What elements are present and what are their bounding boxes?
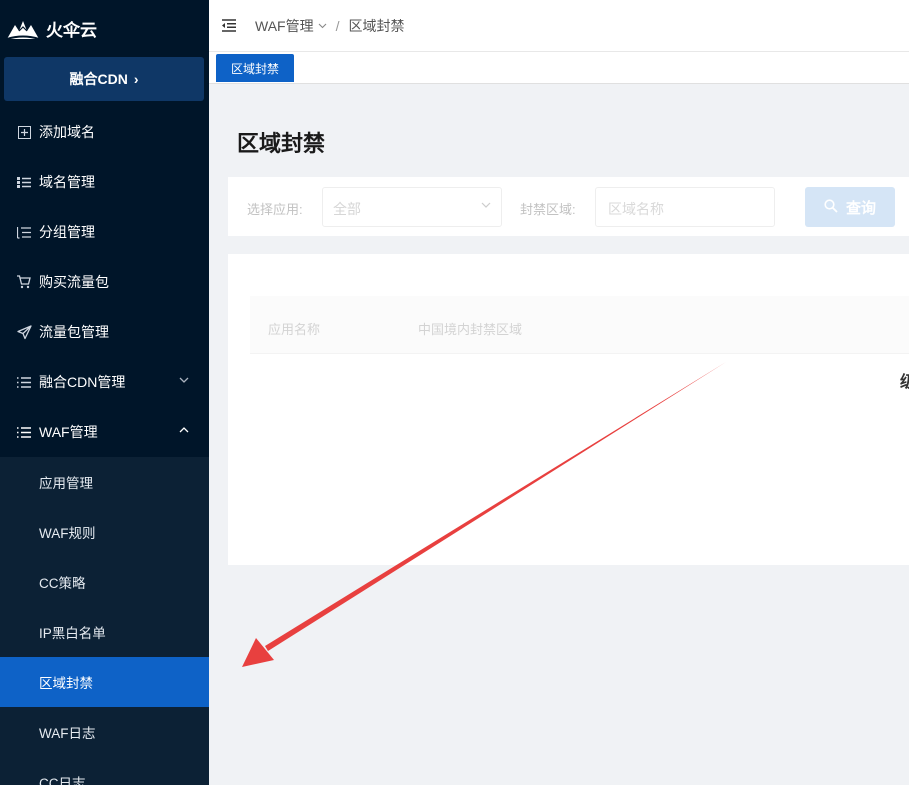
tabs-bar: 区域封禁 (209, 52, 909, 84)
sidebar-subitem-label: CC策略 (39, 576, 86, 591)
mountain-logo-icon (6, 21, 40, 40)
waf-submenu: 应用管理 WAF规则 CC策略 IP黑白名单 区域封禁 WAF日志 CC日志 (0, 457, 209, 785)
sidebar-subitem-cc-log[interactable]: CC日志 (0, 757, 209, 785)
sidebar-menu: 添加域名 域名管理 分组管理 购买流量包 流量包管理 融合CDN管理 WAF管理… (0, 107, 209, 785)
app-select-value: 全部 (333, 201, 361, 217)
app-select-label: 选择应用: (247, 202, 303, 217)
chevron-right-icon: › (133, 71, 139, 87)
region-input[interactable]: 区域名称 (595, 187, 775, 227)
sidebar-subitem-app-manage[interactable]: 应用管理 (0, 457, 209, 507)
sidebar-item-label: WAF管理 (39, 424, 98, 440)
list-dot-icon (16, 174, 32, 190)
sidebar-item-waf-manage[interactable]: WAF管理 (0, 407, 209, 457)
chevron-up-icon (179, 424, 189, 436)
list-check-icon (16, 224, 32, 240)
sidebar-item-label: 添加域名 (39, 124, 95, 140)
sidebar-item-label: 流量包管理 (39, 324, 109, 340)
region-input-placeholder: 区域名称 (608, 201, 664, 217)
sidebar-item-label: 购买流量包 (39, 274, 109, 290)
sidebar-subitem-waf-log[interactable]: WAF日志 (0, 707, 209, 757)
sidebar-item-cdn-manage[interactable]: 融合CDN管理 (0, 357, 209, 407)
sidebar-subitem-label: 应用管理 (39, 476, 93, 491)
chevron-down-icon (179, 374, 189, 386)
menu-list-icon (16, 424, 32, 440)
region-input-label: 封禁区域: (520, 202, 576, 217)
app-select[interactable]: 全部 (322, 187, 502, 227)
plus-square-icon (16, 124, 32, 140)
sidebar-subitem-label: WAF日志 (39, 726, 96, 741)
column-header-app-name: 应用名称 (268, 322, 321, 337)
truncated-text: 级 (900, 374, 909, 391)
fusion-cdn-button[interactable]: 融合CDN › (4, 57, 204, 101)
sidebar-item-buy-traffic[interactable]: 购买流量包 (0, 257, 209, 307)
sidebar-subitem-ip-list[interactable]: IP黑白名单 (0, 607, 209, 657)
tab-region-block[interactable]: 区域封禁 (216, 54, 294, 82)
chevron-down-icon (481, 200, 491, 211)
page-title: 区域封禁 (237, 131, 326, 156)
breadcrumb: WAF管理 / 区域封禁 (255, 16, 404, 36)
top-header: WAF管理 / 区域封禁 (209, 0, 909, 52)
breadcrumb-parent[interactable]: WAF管理 (255, 16, 314, 36)
send-icon (16, 324, 32, 340)
search-icon (824, 198, 838, 216)
sidebar-subitem-label: WAF规则 (39, 526, 96, 541)
brand-name: 火伞云 (46, 20, 97, 40)
sidebar-subitem-region-block[interactable]: 区域封禁 (0, 657, 209, 707)
sidebar-item-label: 融合CDN管理 (39, 374, 126, 390)
sidebar: 火伞云 融合CDN › 添加域名 域名管理 分组管理 购买流量包 流量包管理 融… (0, 0, 209, 785)
sidebar-subitem-label: 区域封禁 (39, 676, 93, 691)
sidebar-item-label: 分组管理 (39, 224, 95, 240)
cart-icon (16, 274, 32, 290)
sidebar-item-group-manage[interactable]: 分组管理 (0, 207, 209, 257)
sidebar-subitem-label: IP黑白名单 (39, 626, 106, 641)
menu-fold-icon[interactable] (221, 18, 237, 34)
table-header: 应用名称 中国境内封禁区域 (250, 296, 909, 354)
brand-logo[interactable]: 火伞云 (0, 0, 209, 56)
sidebar-subitem-waf-rules[interactable]: WAF规则 (0, 507, 209, 557)
query-button-label: 查询 (845, 199, 876, 217)
menu-list-icon (16, 374, 32, 390)
sidebar-item-label: 域名管理 (39, 174, 95, 190)
breadcrumb-separator: / (335, 17, 340, 34)
sidebar-item-traffic-manage[interactable]: 流量包管理 (0, 307, 209, 357)
sidebar-subitem-cc-policy[interactable]: CC策略 (0, 557, 209, 607)
sidebar-item-domain-manage[interactable]: 域名管理 (0, 157, 209, 207)
chevron-down-icon[interactable] (318, 21, 327, 31)
sidebar-item-add-domain[interactable]: 添加域名 (0, 107, 209, 157)
results-table-card: 应用名称 中国境内封禁区域 (228, 254, 909, 565)
breadcrumb-current: 区域封禁 (348, 17, 405, 34)
filter-bar: 选择应用: 全部 封禁区域: 区域名称 查询 (228, 177, 909, 236)
tab-label: 区域封禁 (230, 61, 279, 76)
query-button[interactable]: 查询 (805, 187, 895, 227)
column-header-blocked-region: 中国境内封禁区域 (418, 322, 523, 337)
fusion-cdn-label: 融合CDN (69, 71, 128, 87)
sidebar-subitem-label: CC日志 (39, 776, 86, 785)
